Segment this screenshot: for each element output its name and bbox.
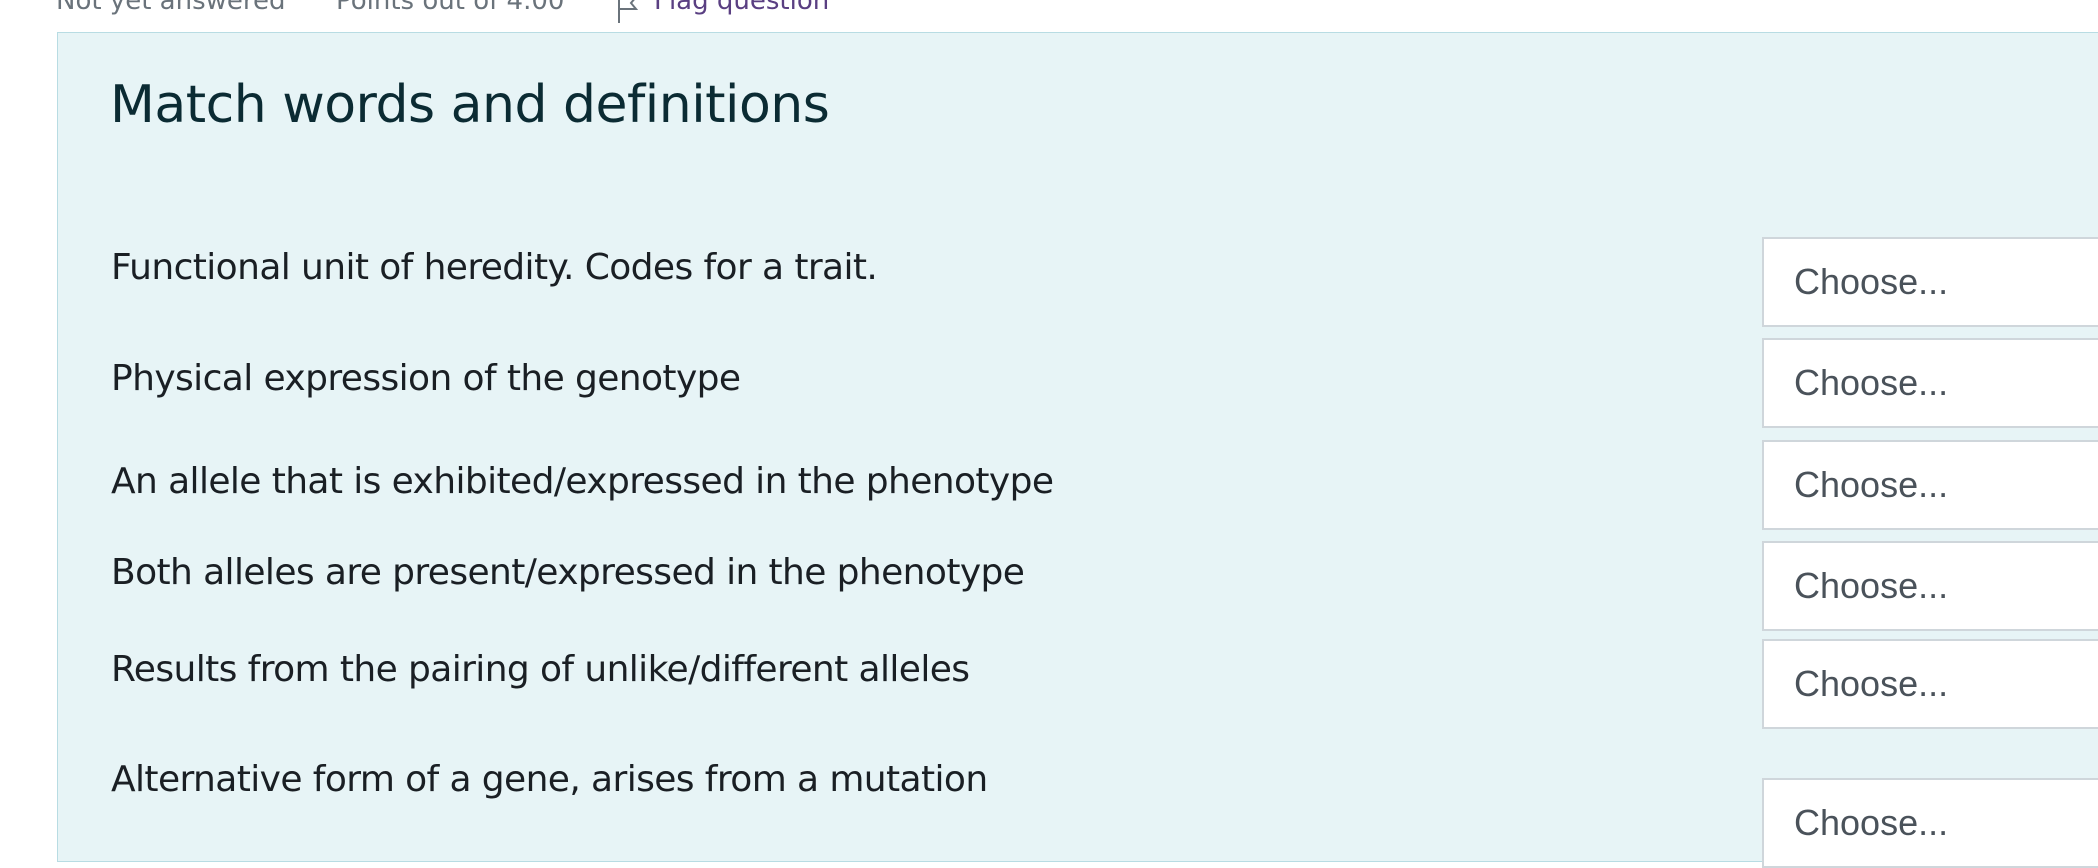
definition-text: Results from the pairing of unlike/diffe… xyxy=(111,649,970,690)
answer-select[interactable]: Choose... xyxy=(1762,338,2098,428)
points-label: Points out of 4.00 xyxy=(336,0,565,16)
question-status-bar: Not yet answered Points out of 4.00 Flag… xyxy=(0,0,2098,32)
flag-icon[interactable] xyxy=(616,0,642,24)
answer-select[interactable]: Choose... xyxy=(1762,541,2098,631)
definition-text: Physical expression of the genotype xyxy=(111,358,741,399)
answer-select-value: Choose... xyxy=(1794,362,1949,403)
definition-text: Alternative form of a gene, arises from … xyxy=(111,759,988,800)
answer-select-value: Choose... xyxy=(1794,464,1949,505)
answer-select-value: Choose... xyxy=(1794,565,1949,606)
question-panel: Match words and definitions Functional u… xyxy=(57,32,2098,868)
question-title: Match words and definitions xyxy=(110,75,830,135)
flag-question-link[interactable]: Flag question xyxy=(654,0,829,16)
definition-text: Functional unit of heredity. Codes for a… xyxy=(111,247,878,288)
definition-text: An allele that is exhibited/expressed in… xyxy=(111,461,1054,502)
answer-status: Not yet answered xyxy=(56,0,286,16)
answer-select[interactable]: Choose... xyxy=(1762,440,2098,530)
definition-text: Both alleles are present/expressed in th… xyxy=(111,552,1025,593)
answer-select-value: Choose... xyxy=(1794,261,1949,302)
answer-select[interactable]: Choose... xyxy=(1762,778,2098,868)
answer-select-value: Choose... xyxy=(1794,663,1949,704)
answer-select[interactable]: Choose... xyxy=(1762,237,2098,327)
answer-select[interactable]: Choose... xyxy=(1762,639,2098,729)
